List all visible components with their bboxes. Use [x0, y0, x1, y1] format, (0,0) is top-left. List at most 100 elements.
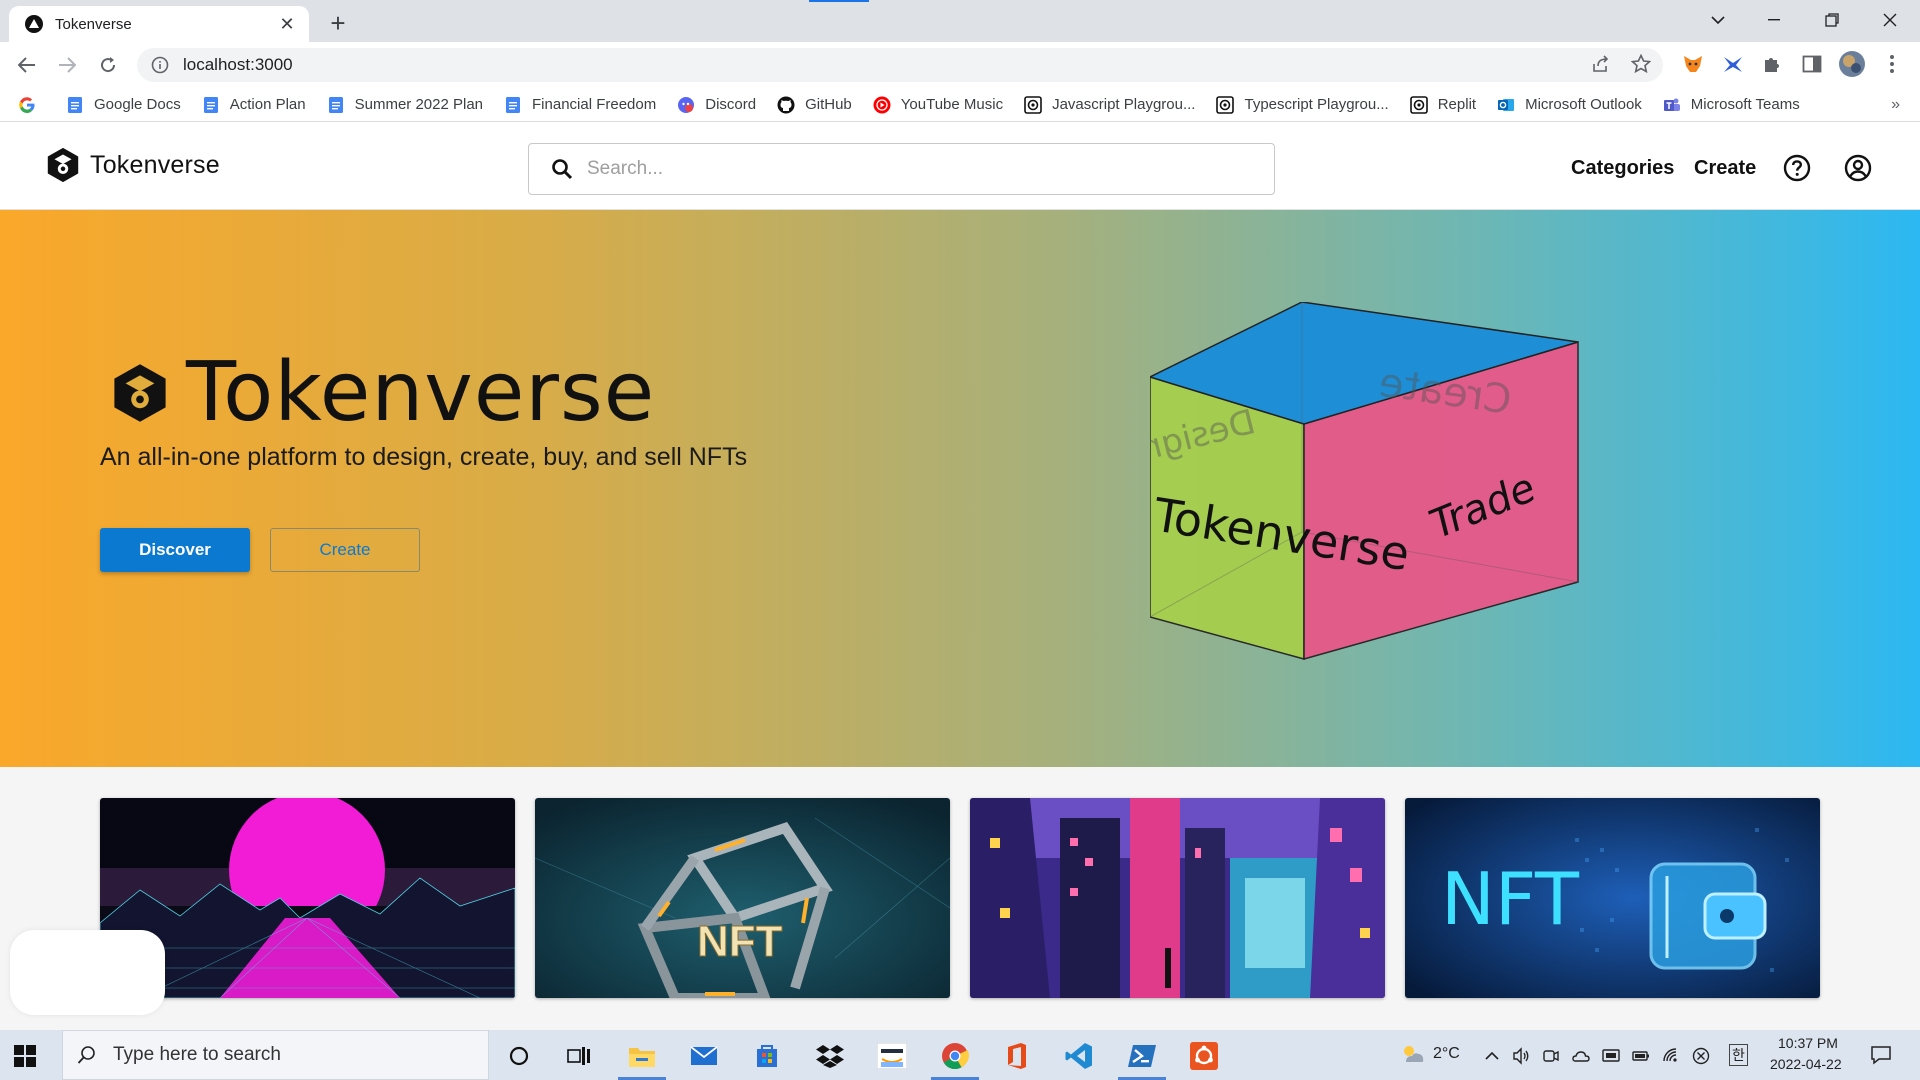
file-explorer-icon[interactable]: [626, 1040, 658, 1072]
reload-icon[interactable]: [93, 50, 123, 80]
chrome-icon[interactable]: [939, 1040, 971, 1072]
brand-name: Tokenverse: [90, 150, 220, 179]
taskbar-search[interactable]: Type here to search: [62, 1030, 489, 1080]
loading-indicator: [809, 0, 869, 2]
blue-extension-icon[interactable]: [1721, 52, 1745, 76]
search-icon: [77, 1046, 95, 1064]
minimize-icon[interactable]: [1752, 0, 1796, 40]
dropbox-icon[interactable]: [814, 1040, 846, 1072]
forward-arrow-icon[interactable]: [52, 50, 82, 80]
more-bookmarks-chevron-icon[interactable]: »: [1891, 96, 1900, 114]
clock-time[interactable]: 10:37 PM: [1778, 1035, 1838, 1051]
bookmark-label: Financial Freedom: [532, 96, 657, 113]
new-tab-button[interactable]: +: [324, 8, 352, 38]
youtube-music-icon: [873, 96, 891, 113]
neon-city-card[interactable]: [970, 798, 1385, 998]
bookmark-google-docs[interactable]: Google Docs: [66, 96, 181, 114]
site-search[interactable]: [528, 143, 1275, 195]
help-icon[interactable]: [1783, 154, 1811, 182]
bookmark-label: Summer 2022 Plan: [354, 96, 484, 113]
bookmark-label: YouTube Music: [900, 96, 1004, 113]
create-button[interactable]: Create: [270, 528, 420, 572]
browser-tab[interactable]: Tokenverse ✕: [9, 6, 309, 42]
url-text[interactable]: localhost:3000: [183, 55, 293, 75]
search-input[interactable]: [587, 158, 1227, 180]
nft-wallet-card[interactable]: NFT: [1405, 798, 1820, 998]
clock-date[interactable]: 2022-04-22: [1770, 1056, 1842, 1072]
categories-link[interactable]: Categories: [1571, 157, 1674, 180]
bookmark-replit[interactable]: Replit: [1409, 95, 1477, 114]
task-view-icon[interactable]: [563, 1040, 595, 1072]
nft-wallet-caption: NFT: [1441, 857, 1580, 941]
ubuntu-icon[interactable]: [1188, 1040, 1220, 1072]
office-icon[interactable]: [1001, 1040, 1033, 1072]
featured-cards: NFT NFT: [0, 767, 1920, 1030]
nft-wallet-image: NFT: [1405, 798, 1820, 998]
bookmark-label: Microsoft Teams: [1690, 96, 1800, 113]
github-icon: [777, 96, 795, 113]
browser-tab-strip: Tokenverse ✕ +: [0, 0, 1920, 42]
ime-indicator[interactable]: 한: [1729, 1044, 1748, 1066]
share-icon[interactable]: [1587, 50, 1615, 78]
docs-icon: [506, 96, 521, 113]
tab-search-icon[interactable]: [1696, 0, 1740, 40]
taskbar-search-placeholder: Type here to search: [113, 1044, 281, 1065]
meet-camera-icon[interactable]: [1542, 1047, 1560, 1065]
bookmark-microsoft-teams[interactable]: Microsoft Teams: [1663, 96, 1800, 114]
side-panel-icon[interactable]: [1800, 52, 1824, 76]
back-arrow-icon[interactable]: [12, 50, 42, 80]
volume-icon[interactable]: [1512, 1047, 1530, 1065]
windows-start-icon[interactable]: [14, 1045, 36, 1067]
weather-icon[interactable]: [1400, 1042, 1426, 1068]
neon-city-image: [970, 798, 1385, 998]
tab-close-icon[interactable]: ✕: [277, 14, 297, 34]
amazon-icon[interactable]: [876, 1040, 908, 1072]
bookmark-summer-2022-plan[interactable]: Summer 2022 Plan: [327, 96, 483, 114]
blocked-status-icon[interactable]: [1692, 1047, 1710, 1065]
extensions-puzzle-icon[interactable]: [1760, 52, 1784, 76]
bookmark-action-plan[interactable]: Action Plan: [202, 96, 306, 114]
brand-logo-link[interactable]: Tokenverse: [44, 146, 220, 184]
bookmark-label: Replit: [1437, 96, 1477, 113]
profile-avatar[interactable]: [1838, 50, 1866, 78]
discover-button[interactable]: Discover: [100, 528, 250, 572]
tokenverse-favicon-icon: [25, 15, 43, 33]
nft-cube-card[interactable]: NFT: [535, 798, 950, 998]
bookmark-github[interactable]: GitHub: [777, 96, 852, 114]
hero-brand: Tokenverse: [108, 345, 655, 440]
account-icon[interactable]: [1844, 154, 1872, 182]
replit-icon: [1409, 95, 1428, 114]
bookmark-javascript-playground[interactable]: Javascript Playgrou...: [1024, 95, 1195, 114]
bookmark-microsoft-outlook[interactable]: Microsoft Outlook: [1497, 96, 1642, 114]
mail-icon[interactable]: [688, 1040, 720, 1072]
bookmark-label: GitHub: [805, 96, 852, 113]
battery-icon[interactable]: [1632, 1047, 1650, 1065]
hero-title: Tokenverse: [186, 345, 656, 440]
bookmark-google[interactable]: [18, 96, 46, 114]
restore-icon[interactable]: [1810, 0, 1854, 40]
bookmark-discord[interactable]: Discord: [677, 96, 756, 114]
tokenverse-cube-logo-icon: [114, 363, 166, 422]
site-info-icon[interactable]: [151, 56, 169, 74]
microsoft-store-icon[interactable]: [751, 1040, 783, 1072]
create-link[interactable]: Create: [1694, 157, 1756, 180]
powershell-icon[interactable]: [1126, 1040, 1158, 1072]
bookmark-youtube-music[interactable]: YouTube Music: [873, 96, 1003, 114]
show-hidden-icons-chevron-icon[interactable]: [1483, 1047, 1501, 1065]
bookmark-label: Google Docs: [94, 96, 181, 113]
network-adapter-icon[interactable]: [1602, 1047, 1620, 1065]
metamask-extension-icon[interactable]: [1681, 52, 1705, 76]
address-bar[interactable]: localhost:3000: [137, 48, 1663, 82]
bookmark-financial-freedom[interactable]: Financial Freedom: [504, 96, 656, 114]
bookmark-typescript-playground[interactable]: Typescript Playgrou...: [1216, 95, 1389, 114]
bookmark-star-icon[interactable]: [1627, 50, 1655, 78]
notifications-icon[interactable]: [1870, 1044, 1892, 1066]
wifi-icon[interactable]: [1662, 1047, 1680, 1065]
vscode-icon[interactable]: [1063, 1040, 1095, 1072]
cortana-icon[interactable]: [503, 1040, 535, 1072]
close-window-icon[interactable]: [1868, 0, 1912, 40]
chrome-menu-icon[interactable]: [1880, 52, 1904, 76]
google-icon: [19, 96, 35, 113]
onedrive-cloud-icon[interactable]: [1572, 1047, 1590, 1065]
playground-icon: [1216, 95, 1235, 114]
